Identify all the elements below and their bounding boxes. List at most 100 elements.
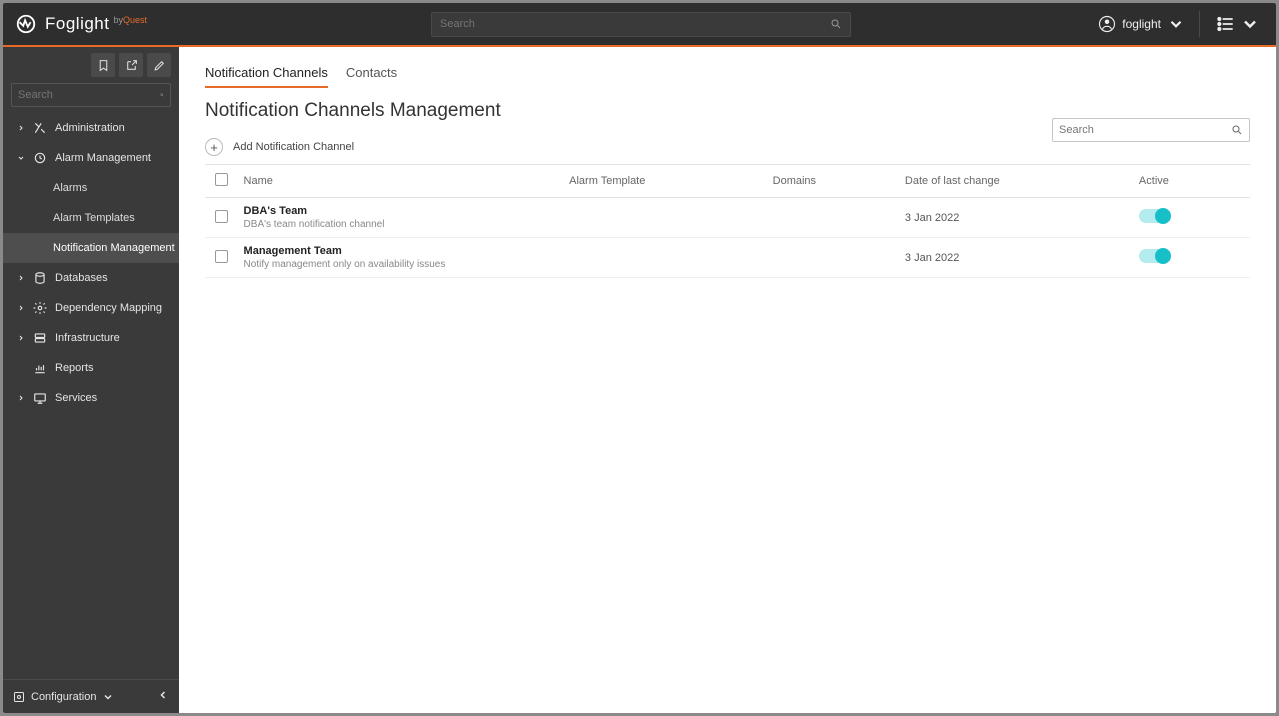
tab-contacts[interactable]: Contacts [346, 65, 397, 88]
nav-tree: Administration Alarm Management Alarms A… [3, 113, 179, 679]
col-date[interactable]: Date of last change [899, 165, 1133, 198]
gear-icon [13, 691, 25, 703]
monitor-icon [33, 391, 47, 405]
tools-icon [33, 121, 47, 135]
search-icon [830, 18, 842, 30]
chevron-right-icon [17, 304, 25, 312]
user-menu-button[interactable]: foglight [1084, 3, 1199, 45]
sidebar-item-label: Services [55, 392, 97, 404]
sidebar-search-input[interactable] [18, 89, 160, 101]
gear-icon [33, 301, 47, 315]
col-active[interactable]: Active [1133, 165, 1250, 198]
collapse-sidebar-button[interactable] [157, 688, 169, 706]
chevron-right-icon [17, 274, 25, 282]
sidebar-item-label: Reports [55, 362, 94, 374]
chevron-right-icon [17, 124, 25, 132]
edit-button[interactable] [147, 53, 171, 77]
chevron-left-icon [157, 689, 169, 701]
sidebar-item-databases[interactable]: Databases [3, 263, 179, 293]
chevron-right-icon [17, 394, 25, 402]
add-label: Add Notification Channel [233, 141, 354, 153]
chevron-down-icon [1240, 14, 1260, 34]
logo-area: Foglight byQuest [3, 13, 179, 35]
col-template[interactable]: Alarm Template [563, 165, 767, 198]
table-search[interactable] [1052, 118, 1250, 142]
sidebar-item-dependency-mapping[interactable]: Dependency Mapping [3, 293, 179, 323]
table-container: Name Alarm Template Domains Date of last… [179, 164, 1276, 278]
col-name[interactable]: Name [238, 165, 564, 198]
row-domains [767, 198, 899, 238]
open-button[interactable] [119, 53, 143, 77]
chevron-down-icon [17, 154, 25, 162]
sidebar-sub-alarms[interactable]: Alarms [3, 173, 179, 203]
bookmark-button[interactable] [91, 53, 115, 77]
configuration-button[interactable]: Configuration [13, 691, 114, 703]
user-area: foglight [1084, 3, 1276, 45]
top-bar: Foglight byQuest foglight [3, 3, 1276, 47]
table-row[interactable]: Management Team Notify management only o… [205, 238, 1250, 278]
sidebar-item-reports[interactable]: Reports [3, 353, 179, 383]
sidebar-footer: Configuration [3, 679, 179, 713]
bookmark-icon [97, 59, 110, 72]
row-template [563, 238, 767, 278]
active-toggle[interactable] [1139, 249, 1169, 263]
product-name: Foglight [45, 14, 109, 34]
row-template [563, 198, 767, 238]
sidebar-sub-notification-management[interactable]: Notification Management [3, 233, 179, 263]
sidebar-search[interactable] [11, 83, 171, 107]
tab-notification-channels[interactable]: Notification Channels [205, 65, 328, 88]
app-window: Foglight byQuest foglight [3, 3, 1276, 713]
foglight-logo-icon [15, 13, 37, 35]
tabs: Notification Channels Contacts [179, 47, 1276, 88]
row-checkbox[interactable] [215, 210, 228, 223]
user-icon [1098, 15, 1116, 33]
sidebar-item-label: Infrastructure [55, 332, 120, 344]
pencil-icon [153, 59, 166, 72]
open-external-icon [125, 59, 138, 72]
chevron-down-icon [1167, 15, 1185, 33]
row-date: 3 Jan 2022 [899, 238, 1133, 278]
global-search[interactable] [431, 12, 851, 37]
sidebar-item-services[interactable]: Services [3, 383, 179, 413]
toggle-knob [1155, 208, 1171, 224]
chart-icon [33, 361, 47, 375]
sidebar-item-administration[interactable]: Administration [3, 113, 179, 143]
main-content: Notification Channels Contacts Notificat… [179, 47, 1276, 713]
row-desc: DBA's team notification channel [244, 219, 558, 230]
sidebar-sub-alarm-templates[interactable]: Alarm Templates [3, 203, 179, 233]
database-icon [33, 271, 47, 285]
clock-icon [33, 151, 47, 165]
chevron-down-icon [102, 691, 114, 703]
action-row: + Add Notification Channel [179, 122, 1276, 164]
row-checkbox[interactable] [215, 250, 228, 263]
sidebar-item-label: Administration [55, 122, 125, 134]
row-name: DBA's Team [244, 205, 558, 217]
active-toggle[interactable] [1139, 209, 1169, 223]
plus-icon: + [205, 138, 223, 156]
list-icon [1216, 14, 1236, 34]
sidebar: Administration Alarm Management Alarms A… [3, 47, 179, 713]
page-title: Notification Channels Management [179, 88, 1276, 122]
username-label: foglight [1122, 17, 1161, 31]
search-icon [1231, 124, 1243, 136]
server-icon [33, 331, 47, 345]
sidebar-item-alarm-management[interactable]: Alarm Management [3, 143, 179, 173]
app-menu-button[interactable] [1200, 14, 1276, 34]
table-search-input[interactable] [1059, 124, 1231, 136]
add-notification-channel-button[interactable]: + Add Notification Channel [205, 138, 354, 156]
global-search-input[interactable] [440, 18, 830, 30]
select-all-checkbox[interactable] [215, 173, 228, 186]
sidebar-item-infrastructure[interactable]: Infrastructure [3, 323, 179, 353]
sidebar-item-label: Alarm Management [55, 152, 151, 164]
col-domains[interactable]: Domains [767, 165, 899, 198]
sidebar-toolbar [3, 47, 179, 77]
channels-table: Name Alarm Template Domains Date of last… [205, 164, 1250, 278]
sidebar-item-label: Dependency Mapping [55, 302, 162, 314]
table-row[interactable]: DBA's Team DBA's team notification chann… [205, 198, 1250, 238]
row-domains [767, 238, 899, 278]
by-quest-label: byQuest [113, 15, 147, 25]
chevron-right-icon [17, 334, 25, 342]
toggle-knob [1155, 248, 1171, 264]
table-header-row: Name Alarm Template Domains Date of last… [205, 165, 1250, 198]
row-date: 3 Jan 2022 [899, 198, 1133, 238]
